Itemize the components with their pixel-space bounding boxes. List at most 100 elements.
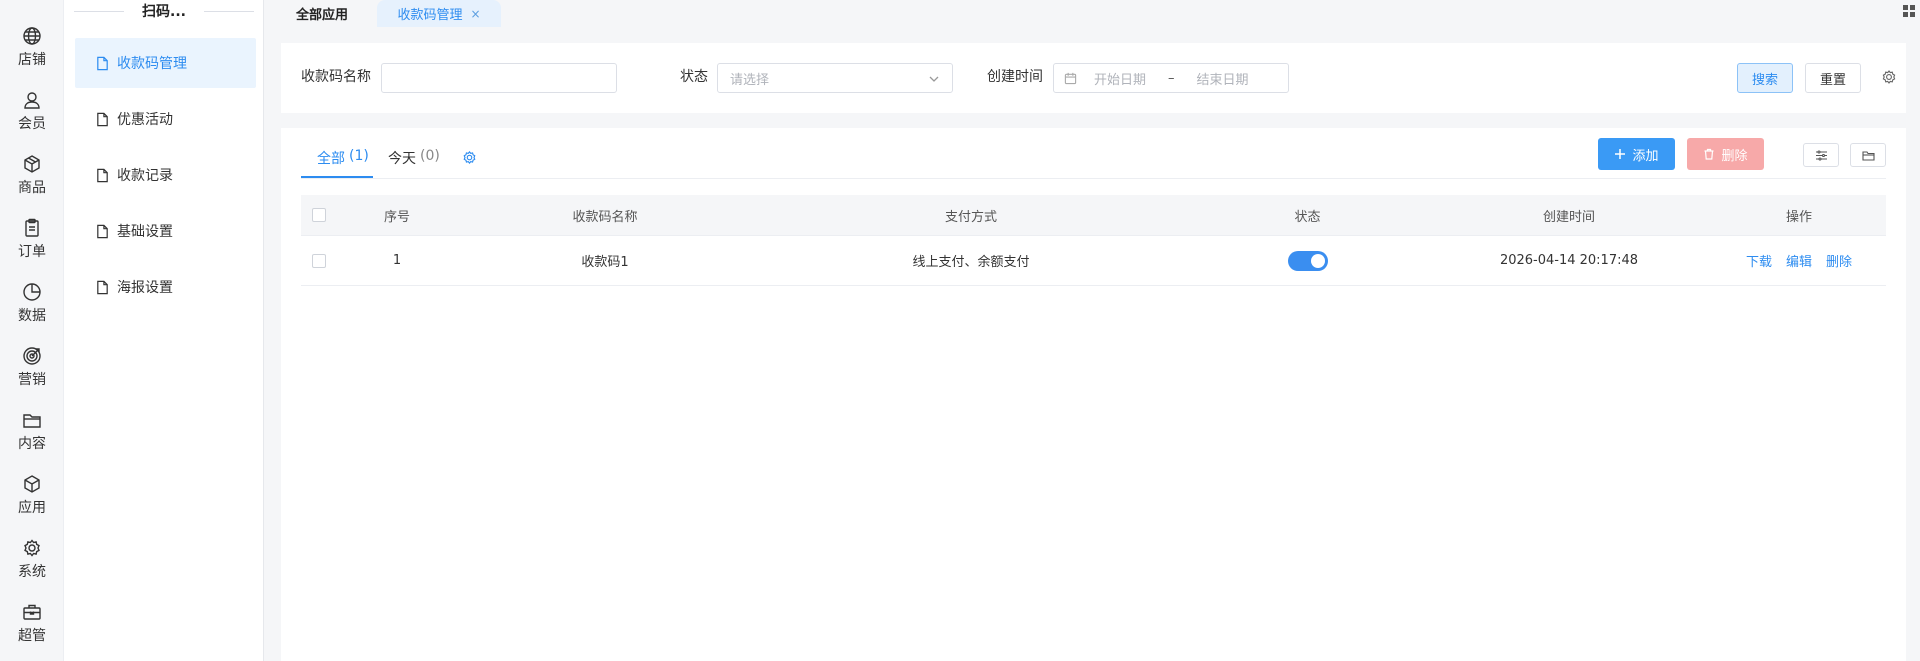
globe-icon <box>23 27 41 45</box>
add-button[interactable]: 添加 <box>1598 138 1675 170</box>
submenu-item-promotions[interactable]: 优惠活动 <box>75 94 256 144</box>
column-header: 操作 <box>1785 209 1812 225</box>
column-header: 收款码名称 <box>572 209 638 225</box>
chevron-down-icon <box>929 76 939 82</box>
tab-all-apps[interactable]: 全部应用 <box>285 0 359 27</box>
row-checkbox[interactable] <box>312 253 326 268</box>
status-toggle[interactable] <box>1287 250 1328 271</box>
divider <box>74 10 125 12</box>
submenu-item-label: 收款码管理 <box>117 56 187 72</box>
column-header: 序号 <box>383 209 410 225</box>
column-header: 创建时间 <box>1542 209 1595 225</box>
rail-item-system[interactable]: 系统 <box>0 530 64 586</box>
column-header: 支付方式 <box>944 209 997 225</box>
table-row: 1 收款码1 线上支付、余额支付 2026-04-14 20:17:48 下载 … <box>301 236 1886 286</box>
filter-panel: 收款码名称 状态 请选择 创建时间 开始日期 – 结束日期 搜索 重置 <box>281 43 1906 113</box>
folder-open-icon <box>1861 150 1875 161</box>
document-icon <box>97 280 108 294</box>
submenu-item-code-management[interactable]: 收款码管理 <box>75 38 256 88</box>
delete-button-label: 删除 <box>1721 148 1748 164</box>
submenu-title: 扫码... <box>142 4 186 20</box>
rail-item-content[interactable]: 内容 <box>0 402 64 458</box>
user-icon <box>24 92 40 109</box>
table-header: 序号 收款码名称 支付方式 状态 创建时间 操作 <box>301 195 1886 236</box>
close-icon[interactable]: × <box>470 7 480 21</box>
status-select[interactable]: 请选择 <box>717 63 953 93</box>
tab-today[interactable]: 今天 (0) <box>388 148 440 178</box>
rail-item-label: 商品 <box>18 180 46 196</box>
delete-link[interactable]: 删除 <box>1826 251 1852 270</box>
created-date-range[interactable]: 开始日期 – 结束日期 <box>1053 63 1289 93</box>
column-header: 状态 <box>1294 209 1321 225</box>
tab-label: 今天 <box>388 151 416 167</box>
rail-item-goods[interactable]: 商品 <box>0 146 64 202</box>
rail-item-label: 系统 <box>18 564 46 580</box>
cube-icon <box>24 475 40 493</box>
page-tabs: 全部应用 收款码管理 × <box>265 0 1920 27</box>
edit-link[interactable]: 编辑 <box>1786 251 1812 270</box>
document-icon <box>97 56 108 70</box>
submenu-item-payment-records[interactable]: 收款记录 <box>75 150 256 200</box>
download-link[interactable]: 下载 <box>1746 251 1772 270</box>
column-filter-button[interactable] <box>1803 143 1839 167</box>
rail-item-member[interactable]: 会员 <box>0 82 64 138</box>
active-tab-indicator <box>301 176 373 178</box>
rail-item-label: 应用 <box>18 500 46 516</box>
end-date-input[interactable]: 结束日期 <box>1197 69 1249 88</box>
rail-item-label: 内容 <box>18 436 46 452</box>
box-icon <box>24 155 40 173</box>
tab-all[interactable]: 全部 (1) <box>317 148 369 178</box>
submenu-item-label: 收款记录 <box>117 168 173 184</box>
created-time-filter-label: 创建时间 <box>987 69 1043 85</box>
plus-icon <box>1615 149 1626 159</box>
rail-item-data[interactable]: 数据 <box>0 274 64 330</box>
rail-item-shop[interactable]: 店铺 <box>0 18 64 74</box>
document-icon <box>97 112 108 126</box>
rail-item-label: 会员 <box>18 116 46 132</box>
export-button[interactable] <box>1850 143 1886 167</box>
row-created-at: 2026-04-14 20:17:48 <box>1499 253 1639 268</box>
rail-item-superadmin[interactable]: 超管 <box>0 594 64 650</box>
settings-icon[interactable] <box>462 150 477 165</box>
gear-icon[interactable] <box>1881 69 1897 85</box>
submenu-item-label: 海报设置 <box>117 280 173 296</box>
tab-count: (1) <box>349 148 369 164</box>
sliders-icon <box>1815 149 1827 161</box>
status-filter-label: 状态 <box>680 69 708 85</box>
rail-item-label: 订单 <box>18 244 46 260</box>
rail-item-orders[interactable]: 订单 <box>0 210 64 266</box>
trash-icon <box>1704 148 1714 160</box>
code-name-input[interactable] <box>381 63 617 93</box>
sub-menu: 扫码... 收款码管理 优惠活动 收款记录 基础设置 海报设置 <box>64 0 264 661</box>
document-icon <box>97 168 108 182</box>
row-status-cell <box>1189 236 1426 285</box>
rail-item-label: 店铺 <box>18 52 46 68</box>
rail-item-apps[interactable]: 应用 <box>0 466 64 522</box>
delete-button[interactable]: 删除 <box>1687 138 1764 170</box>
rail-item-marketing[interactable]: 营销 <box>0 338 64 394</box>
tab-count: (0) <box>420 148 440 164</box>
select-all-checkbox[interactable] <box>312 208 326 222</box>
calendar-icon <box>1064 72 1077 84</box>
gear-icon <box>24 539 40 557</box>
add-button-label: 添加 <box>1632 148 1659 164</box>
reset-button[interactable]: 重置 <box>1805 63 1861 93</box>
row-index: 1 <box>392 253 402 268</box>
row-actions: 下载 编辑 删除 <box>1712 236 1886 285</box>
submenu-item-basic-settings[interactable]: 基础设置 <box>75 206 256 256</box>
row-pay-method: 线上支付、余额支付 <box>912 255 1030 270</box>
toolbox-icon <box>23 604 41 620</box>
list-panel: 全部 (1) 今天 (0) 添加 删除 序号 收款码名称 支付方式 状态 创建时… <box>281 128 1906 661</box>
submenu-item-poster-settings[interactable]: 海报设置 <box>75 262 256 312</box>
name-filter-label: 收款码名称 <box>301 69 371 85</box>
search-button[interactable]: 搜索 <box>1737 63 1793 93</box>
pie-chart-icon <box>23 283 41 301</box>
start-date-input[interactable]: 开始日期 <box>1094 69 1146 88</box>
target-icon <box>23 347 41 365</box>
tab-code-management[interactable]: 收款码管理 × <box>377 0 501 27</box>
rail-item-label: 超管 <box>18 628 46 644</box>
divider <box>203 10 254 12</box>
grid-icon[interactable] <box>1902 4 1916 18</box>
clipboard-icon <box>25 218 39 237</box>
status-select-placeholder: 请选择 <box>730 72 770 88</box>
